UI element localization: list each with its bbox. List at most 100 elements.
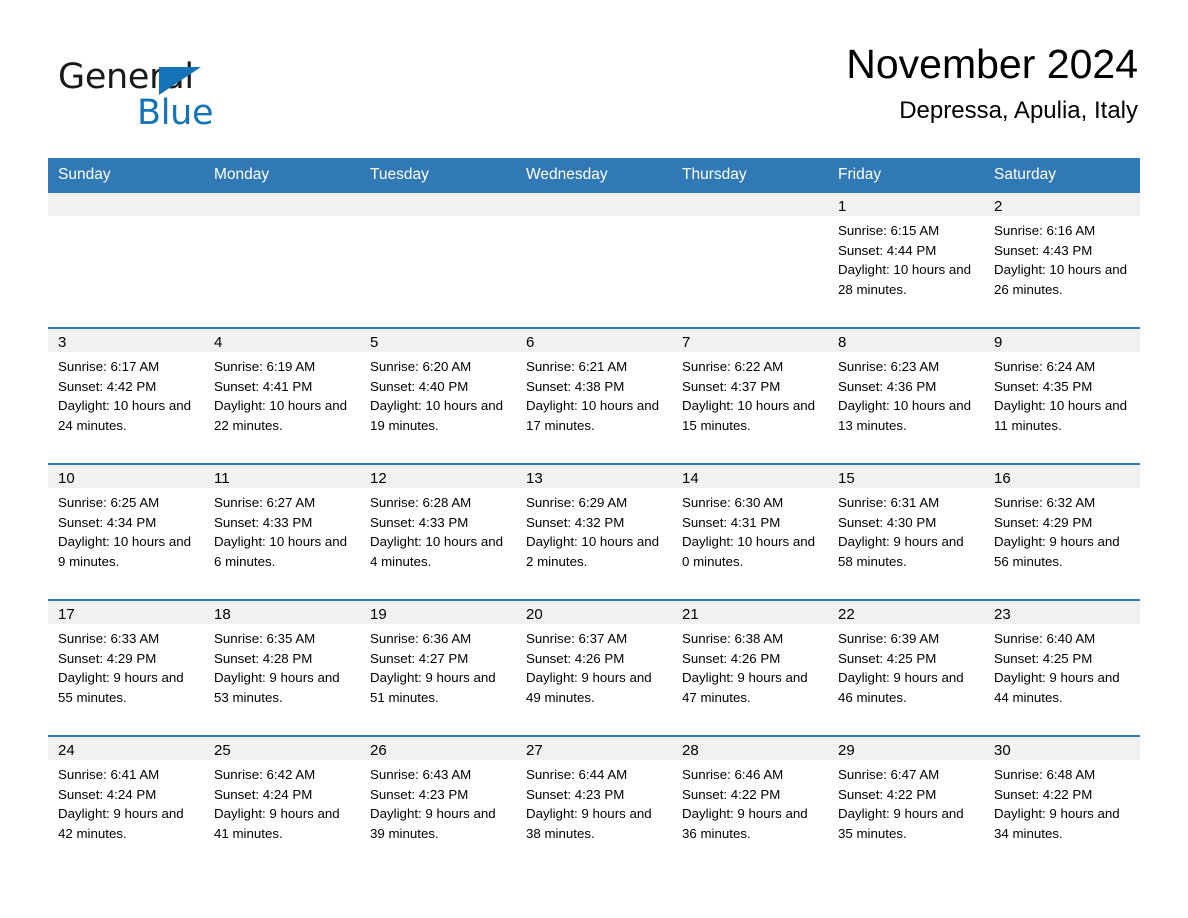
- daylight-text: Daylight: 10 hours and 13 minutes.: [838, 398, 972, 434]
- calendar-cell-day[interactable]: 17 Sunrise: 6:33 AM Sunset: 4:29 PM Dayligh…: [48, 600, 204, 737]
- location-subtitle: Depressa, Apulia, Italy: [899, 97, 1138, 125]
- day-number: 25: [204, 737, 360, 760]
- logo-text-blue: Blue: [137, 93, 214, 133]
- day-number: 27: [516, 737, 672, 760]
- calendar-cell-day[interactable]: 12 Sunrise: 6:28 AM Sunset: 4:33 PM Dayligh…: [360, 464, 516, 601]
- calendar-cell-day[interactable]: 7 Sunrise: 6:22 AM Sunset: 4:37 PM Daylight…: [672, 328, 828, 465]
- calendar-cell-day[interactable]: 20 Sunrise: 6:37 AM Sunset: 4:26 PM Dayligh…: [516, 600, 672, 737]
- daylight-text: Daylight: 10 hours and 24 minutes.: [58, 398, 192, 434]
- day-details: Sunrise: 6:24 AM Sunset: 4:35 PM Daylight:…: [984, 352, 1140, 436]
- calendar-cell-day[interactable]: 21 Sunrise: 6:38 AM Sunset: 4:26 PM Dayligh…: [672, 600, 828, 737]
- calendar-cell-day[interactable]: 22 Sunrise: 6:39 AM Sunset: 4:25 PM Dayligh…: [828, 600, 984, 737]
- calendar-cell-day[interactable]: 4 Sunrise: 6:19 AM Sunset: 4:41 PM Daylight…: [204, 328, 360, 465]
- calendar-cell-day[interactable]: 13 Sunrise: 6:29 AM Sunset: 4:32 PM Dayligh…: [516, 464, 672, 601]
- sunset-text: Sunset: 4:22 PM: [994, 786, 1093, 802]
- day-number: 24: [48, 737, 204, 760]
- day-number: 1: [828, 193, 984, 216]
- weekday-header-saturday: Saturday: [984, 158, 1140, 193]
- calendar-cell-day[interactable]: 8 Sunrise: 6:23 AM Sunset: 4:36 PM Daylight…: [828, 328, 984, 465]
- day-cell: 14 Sunrise: 6:30 AM Sunset: 4:31 PM Dayligh…: [672, 465, 828, 599]
- calendar-cell-day[interactable]: 28 Sunrise: 6:46 AM Sunset: 4:22 PM Dayligh…: [672, 736, 828, 871]
- calendar-cell-day[interactable]: 26 Sunrise: 6:43 AM Sunset: 4:23 PM Dayligh…: [360, 736, 516, 871]
- sunset-text: Sunset: 4:33 PM: [370, 514, 469, 530]
- calendar-cell-day[interactable]: 14 Sunrise: 6:30 AM Sunset: 4:31 PM Dayligh…: [672, 464, 828, 601]
- sunset-text: Sunset: 4:22 PM: [838, 786, 937, 802]
- day-cell: 29 Sunrise: 6:47 AM Sunset: 4:22 PM Dayligh…: [828, 737, 984, 871]
- day-details: Sunrise: 6:29 AM Sunset: 4:32 PM Daylight:…: [516, 488, 672, 572]
- day-cell: 21 Sunrise: 6:38 AM Sunset: 4:26 PM Dayligh…: [672, 601, 828, 735]
- day-cell: 22 Sunrise: 6:39 AM Sunset: 4:25 PM Dayligh…: [828, 601, 984, 735]
- calendar-cell-day[interactable]: 30 Sunrise: 6:48 AM Sunset: 4:22 PM Dayligh…: [984, 736, 1140, 871]
- sunrise-text: Sunrise: 6:36 AM: [370, 631, 472, 646]
- day-number: 23: [984, 601, 1140, 624]
- calendar-cell-day[interactable]: 6 Sunrise: 6:21 AM Sunset: 4:38 PM Daylight…: [516, 328, 672, 465]
- daylight-text: Daylight: 9 hours and 38 minutes.: [526, 806, 652, 842]
- calendar-cell-day[interactable]: 23 Sunrise: 6:40 AM Sunset: 4:25 PM Dayligh…: [984, 600, 1140, 737]
- calendar-cell-day[interactable]: 19 Sunrise: 6:36 AM Sunset: 4:27 PM Dayligh…: [360, 600, 516, 737]
- sunrise-text: Sunrise: 6:32 AM: [994, 495, 1096, 510]
- calendar-cell-day[interactable]: 16 Sunrise: 6:32 AM Sunset: 4:29 PM Dayligh…: [984, 464, 1140, 601]
- calendar-cell-day[interactable]: 24 Sunrise: 6:41 AM Sunset: 4:24 PM Dayligh…: [48, 736, 204, 871]
- calendar-cell-empty: [672, 193, 828, 329]
- daylight-text: Daylight: 9 hours and 47 minutes.: [682, 670, 808, 706]
- daylight-text: Daylight: 9 hours and 44 minutes.: [994, 670, 1120, 706]
- weekday-header-monday: Monday: [204, 158, 360, 193]
- calendar-cell-day[interactable]: 11 Sunrise: 6:27 AM Sunset: 4:33 PM Dayligh…: [204, 464, 360, 601]
- sunset-text: Sunset: 4:29 PM: [994, 514, 1093, 530]
- calendar-cell-day[interactable]: 3 Sunrise: 6:17 AM Sunset: 4:42 PM Daylight…: [48, 328, 204, 465]
- day-details: Sunrise: 6:35 AM Sunset: 4:28 PM Daylight:…: [204, 624, 360, 708]
- daylight-text: Daylight: 9 hours and 46 minutes.: [838, 670, 964, 706]
- day-details: Sunrise: 6:38 AM Sunset: 4:26 PM Daylight:…: [672, 624, 828, 708]
- day-number: 28: [672, 737, 828, 760]
- calendar-cell-day[interactable]: 1 Sunrise: 6:15 AM Sunset: 4:44 PM Daylight…: [828, 193, 984, 329]
- day-cell: 26 Sunrise: 6:43 AM Sunset: 4:23 PM Dayligh…: [360, 737, 516, 871]
- day-details: Sunrise: 6:44 AM Sunset: 4:23 PM Daylight:…: [516, 760, 672, 844]
- day-details: Sunrise: 6:16 AM Sunset: 4:43 PM Daylight:…: [984, 216, 1140, 300]
- day-cell: [204, 193, 360, 327]
- day-cell: 2 Sunrise: 6:16 AM Sunset: 4:43 PM Daylight…: [984, 193, 1140, 327]
- calendar-cell-day[interactable]: 25 Sunrise: 6:42 AM Sunset: 4:24 PM Dayligh…: [204, 736, 360, 871]
- calendar-header-row: Sunday Monday Tuesday Wednesday Thursday…: [48, 158, 1140, 193]
- calendar-week-row: 17 Sunrise: 6:33 AM Sunset: 4:29 PM Dayligh…: [48, 600, 1140, 737]
- sunset-text: Sunset: 4:26 PM: [682, 650, 781, 666]
- calendar-cell-day[interactable]: 27 Sunrise: 6:44 AM Sunset: 4:23 PM Dayligh…: [516, 736, 672, 871]
- calendar-cell-day[interactable]: 5 Sunrise: 6:20 AM Sunset: 4:40 PM Daylight…: [360, 328, 516, 465]
- sunset-text: Sunset: 4:37 PM: [682, 378, 781, 394]
- sunrise-text: Sunrise: 6:16 AM: [994, 223, 1096, 238]
- sunset-text: Sunset: 4:32 PM: [526, 514, 625, 530]
- day-details: Sunrise: 6:22 AM Sunset: 4:37 PM Daylight:…: [672, 352, 828, 436]
- day-number: 2: [984, 193, 1140, 216]
- day-details: Sunrise: 6:21 AM Sunset: 4:38 PM Daylight:…: [516, 352, 672, 436]
- day-details: Sunrise: 6:20 AM Sunset: 4:40 PM Daylight:…: [360, 352, 516, 436]
- calendar-cell-day[interactable]: 18 Sunrise: 6:35 AM Sunset: 4:28 PM Dayligh…: [204, 600, 360, 737]
- day-number: 15: [828, 465, 984, 488]
- daylight-text: Daylight: 10 hours and 2 minutes.: [526, 534, 660, 570]
- weekday-header-thursday: Thursday: [672, 158, 828, 193]
- day-number: 19: [360, 601, 516, 624]
- calendar-cell-day[interactable]: 10 Sunrise: 6:25 AM Sunset: 4:34 PM Dayligh…: [48, 464, 204, 601]
- calendar-page: General Blue November 2024 Depressa, Apu…: [0, 0, 1188, 918]
- day-number: 9: [984, 329, 1140, 352]
- sunset-text: Sunset: 4:38 PM: [526, 378, 625, 394]
- calendar-cell-day[interactable]: 15 Sunrise: 6:31 AM Sunset: 4:30 PM Dayligh…: [828, 464, 984, 601]
- sunrise-text: Sunrise: 6:19 AM: [214, 359, 316, 374]
- sunrise-text: Sunrise: 6:23 AM: [838, 359, 940, 374]
- day-cell: 3 Sunrise: 6:17 AM Sunset: 4:42 PM Daylight…: [48, 329, 204, 463]
- sunrise-text: Sunrise: 6:29 AM: [526, 495, 628, 510]
- calendar-cell-day[interactable]: 29 Sunrise: 6:47 AM Sunset: 4:22 PM Dayligh…: [828, 736, 984, 871]
- day-number: 30: [984, 737, 1140, 760]
- day-number: 3: [48, 329, 204, 352]
- day-number: 14: [672, 465, 828, 488]
- calendar-cell-empty: [360, 193, 516, 329]
- daylight-text: Daylight: 10 hours and 11 minutes.: [994, 398, 1128, 434]
- day-cell: [48, 193, 204, 327]
- daylight-text: Daylight: 9 hours and 35 minutes.: [838, 806, 964, 842]
- sunrise-text: Sunrise: 6:38 AM: [682, 631, 784, 646]
- calendar-week-row: 10 Sunrise: 6:25 AM Sunset: 4:34 PM Dayligh…: [48, 464, 1140, 601]
- calendar-cell-day[interactable]: 2 Sunrise: 6:16 AM Sunset: 4:43 PM Daylight…: [984, 193, 1140, 329]
- day-details: Sunrise: 6:39 AM Sunset: 4:25 PM Daylight:…: [828, 624, 984, 708]
- day-details: Sunrise: 6:28 AM Sunset: 4:33 PM Daylight:…: [360, 488, 516, 572]
- calendar-cell-day[interactable]: 9 Sunrise: 6:24 AM Sunset: 4:35 PM Daylight…: [984, 328, 1140, 465]
- daylight-text: Daylight: 9 hours and 53 minutes.: [214, 670, 340, 706]
- day-details: Sunrise: 6:48 AM Sunset: 4:22 PM Daylight:…: [984, 760, 1140, 844]
